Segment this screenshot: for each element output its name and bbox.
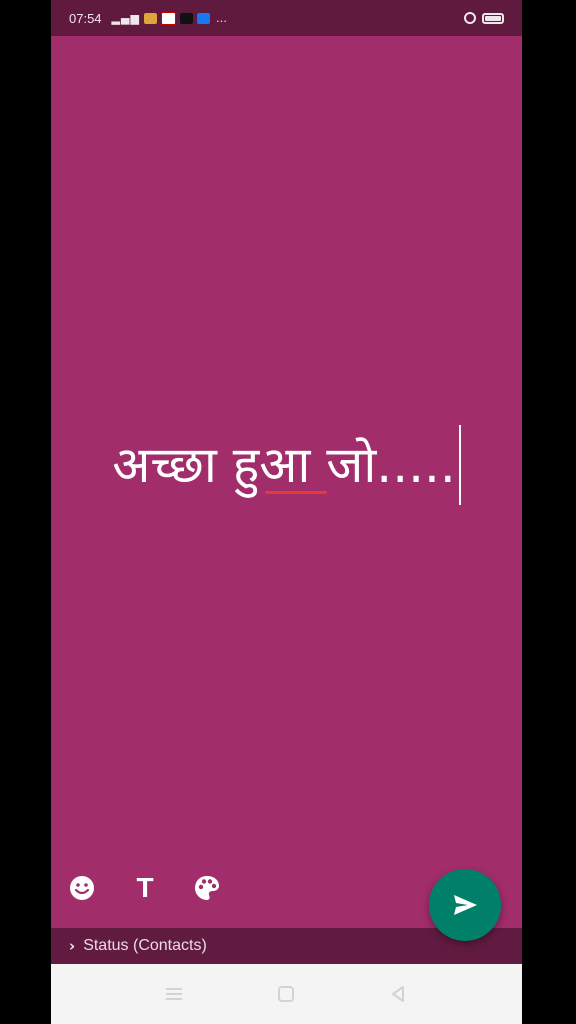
composer-toolbar: T [51, 868, 351, 912]
notification-icons: ▂▄▆ … [111, 11, 227, 25]
status-audience-label: Status (Contacts) [83, 937, 207, 954]
status-composer-screen: 07:54 ▂▄▆ … अच्छा हुआ जो..... T › Status… [51, 0, 522, 1024]
palette-icon[interactable] [191, 872, 223, 904]
game-app-icon [143, 12, 157, 24]
system-navigation-bar [51, 964, 522, 1024]
clock: 07:54 [69, 10, 102, 26]
youtube-icon [160, 11, 176, 25]
tiktok-icon [179, 12, 193, 24]
send-icon [454, 895, 477, 915]
back-icon[interactable] [386, 983, 410, 1005]
chevron-right-icon: › [69, 937, 76, 955]
signal-icon: ▂▄▆ [111, 11, 140, 25]
battery-icon [482, 12, 504, 24]
system-status-bar: 07:54 ▂▄▆ … [51, 0, 522, 36]
facebook-icon [196, 12, 210, 24]
send-button[interactable] [429, 869, 501, 941]
menu-icon[interactable] [162, 983, 186, 1005]
more-notifications-icon: … [215, 11, 227, 25]
emoji-icon[interactable] [66, 872, 98, 904]
system-icons [464, 12, 504, 24]
spellcheck-underline [265, 491, 327, 494]
status-text: अच्छा हुआ जो..... [112, 436, 456, 494]
alarm-icon [464, 12, 476, 24]
text-cursor [458, 425, 461, 505]
home-icon[interactable] [274, 983, 298, 1005]
text-style-button[interactable]: T [129, 872, 161, 904]
